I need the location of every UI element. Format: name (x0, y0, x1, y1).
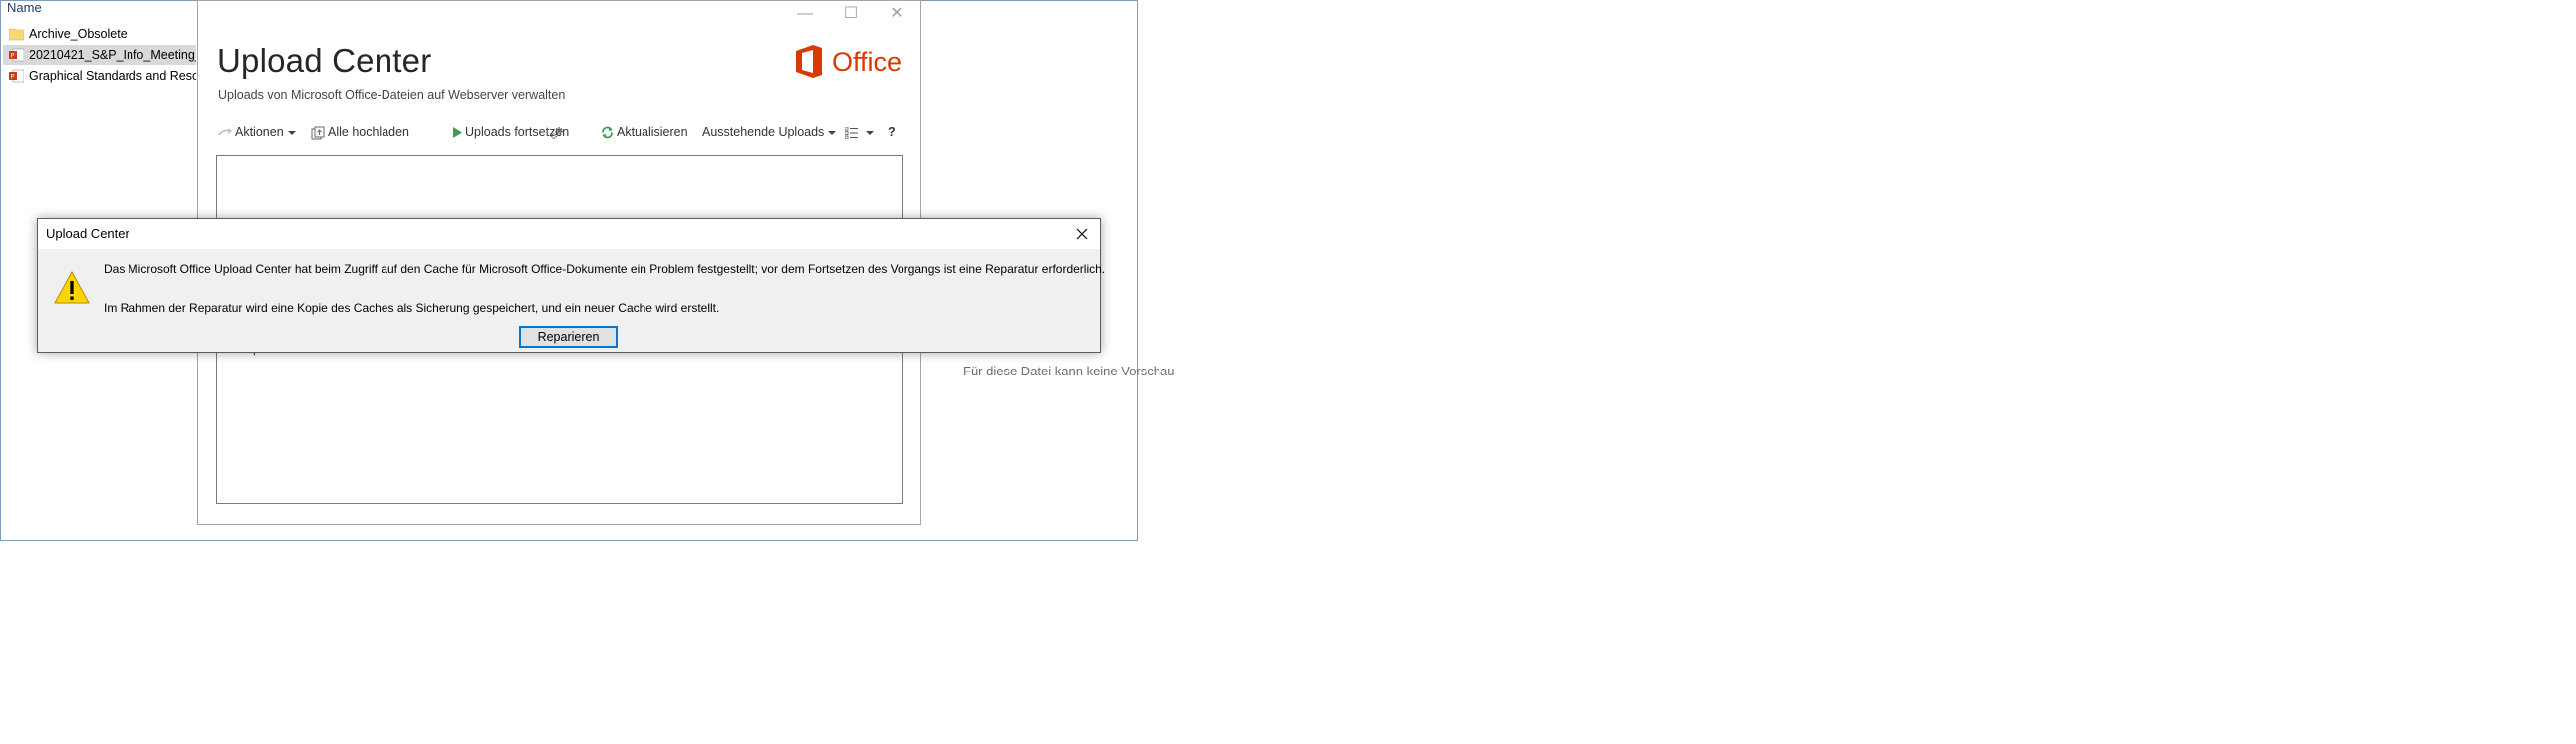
refresh-button[interactable]: Aktualisieren (601, 122, 688, 143)
svg-text:P: P (11, 73, 15, 81)
actions-icon (218, 128, 232, 136)
page-title: Upload Center (217, 42, 432, 79)
upload-all-label: Alle hochladen (328, 125, 410, 139)
pending-uploads-dropdown[interactable]: Ausstehende Uploads (702, 122, 837, 143)
dialog-message-backup: Im Rahmen der Reparatur wird eine Kopie … (104, 301, 720, 315)
upload-all-icon (311, 126, 325, 140)
help-button[interactable]: ? (888, 122, 896, 143)
office-brand-text: Office (832, 47, 902, 77)
file-name: Graphical Standards and Resources (29, 69, 196, 83)
file-name: 20210421_S&P_Info_Meeting_Q1 (29, 48, 196, 62)
actions-menu-button[interactable]: Aktionen (218, 122, 296, 143)
minimize-icon[interactable]: — (795, 5, 815, 23)
name-column-header[interactable]: Name (7, 0, 42, 15)
powerpoint-file-icon: P (9, 69, 24, 83)
play-icon (453, 127, 462, 139)
office-logo-icon (796, 45, 822, 78)
list-view-icon (845, 126, 858, 139)
view-options-button[interactable] (845, 122, 874, 143)
powerpoint-file-icon: P (9, 48, 24, 62)
dialog-title: Upload Center (46, 226, 129, 241)
upload-all-button[interactable]: Alle hochladen (311, 122, 409, 143)
gear-icon (551, 126, 563, 139)
page-subtitle: Uploads von Microsoft Office-Dateien auf… (218, 88, 566, 102)
chevron-down-icon (287, 130, 296, 135)
file-name: Archive_Obsolete (29, 27, 128, 41)
repair-button[interactable]: Reparieren (519, 326, 618, 348)
close-icon[interactable] (1072, 224, 1092, 244)
settings-button[interactable] (550, 122, 567, 143)
file-row-graphical-standards[interactable]: P Graphical Standards and Resources (3, 66, 196, 86)
chevron-down-icon (866, 130, 874, 135)
file-row-archive[interactable]: Archive_Obsolete (3, 24, 196, 44)
pending-uploads-label: Ausstehende Uploads (702, 125, 825, 139)
dialog-titlebar[interactable]: Upload Center (38, 219, 1100, 249)
repair-dialog: Upload Center Das Microsoft Office Uploa… (37, 218, 1105, 353)
warning-icon (54, 271, 90, 304)
refresh-icon (602, 126, 613, 139)
maximize-icon[interactable]: ☐ (841, 5, 861, 23)
folder-icon (9, 28, 24, 41)
file-row-info-meeting[interactable]: P 20210421_S&P_Info_Meeting_Q1 (3, 45, 196, 65)
dialog-message-problem: Das Microsoft Office Upload Center hat b… (104, 262, 1106, 276)
actions-label: Aktionen (235, 125, 284, 139)
close-icon[interactable]: ✕ (887, 5, 906, 23)
chevron-down-icon (828, 130, 837, 135)
preview-pane-message: Für diese Datei kann keine Vorschau (963, 364, 1175, 378)
refresh-label: Aktualisieren (617, 125, 688, 139)
svg-text:P: P (11, 52, 15, 60)
